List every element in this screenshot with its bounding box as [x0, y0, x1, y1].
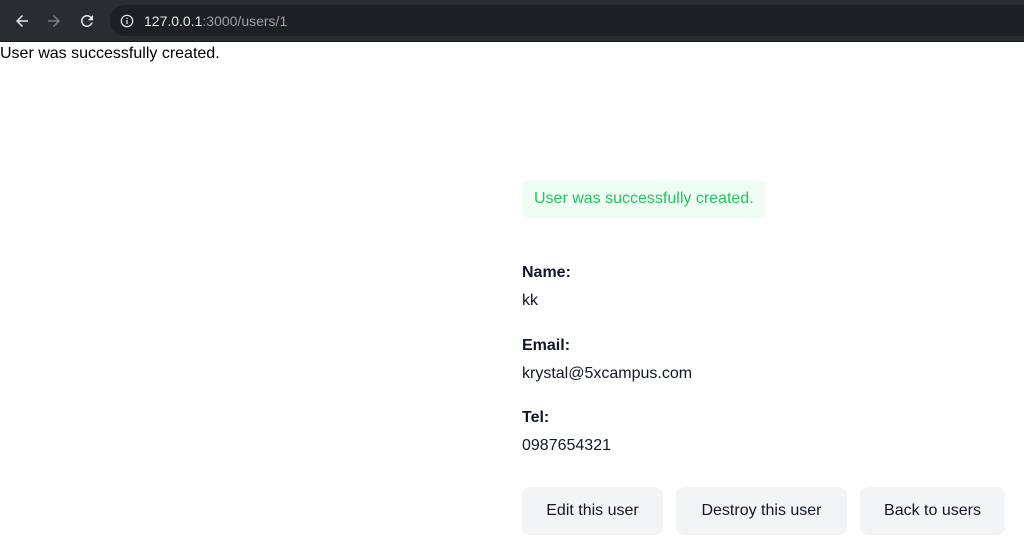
email-field: Email: krystal@5xcampus.com	[522, 337, 692, 383]
flash-message: User was successfully created.	[522, 180, 766, 218]
notice-text: User was successfully created.	[0, 45, 220, 62]
name-label: Name:	[522, 264, 571, 281]
action-buttons: Edit this user Destroy this user Back to…	[522, 487, 1005, 535]
edit-user-button[interactable]: Edit this user	[522, 487, 663, 535]
tel-label: Tel:	[522, 409, 550, 426]
back-arrow-icon[interactable]	[10, 9, 34, 33]
tel-value: 0987654321	[522, 437, 611, 454]
email-value: krystal@5xcampus.com	[522, 365, 693, 382]
browser-toolbar: 127.0.0.1:3000/users/1	[0, 0, 1024, 42]
url-host: 127.0.0.1	[144, 12, 203, 29]
info-icon[interactable]	[120, 14, 134, 28]
destroy-user-button[interactable]: Destroy this user	[676, 487, 847, 535]
reload-icon[interactable]	[75, 9, 99, 33]
address-bar[interactable]: 127.0.0.1:3000/users/1	[110, 5, 1024, 36]
user-details: User was successfully created. Name: kk …	[522, 180, 1022, 535]
email-label: Email:	[522, 337, 571, 354]
back-to-users-button[interactable]: Back to users	[860, 487, 1005, 535]
name-value: kk	[522, 292, 538, 309]
forward-arrow-icon[interactable]	[42, 9, 66, 33]
tel-field: Tel: 0987654321	[522, 409, 611, 455]
url-path: :3000/users/1	[202, 12, 288, 29]
name-field: Name: kk	[522, 264, 571, 310]
